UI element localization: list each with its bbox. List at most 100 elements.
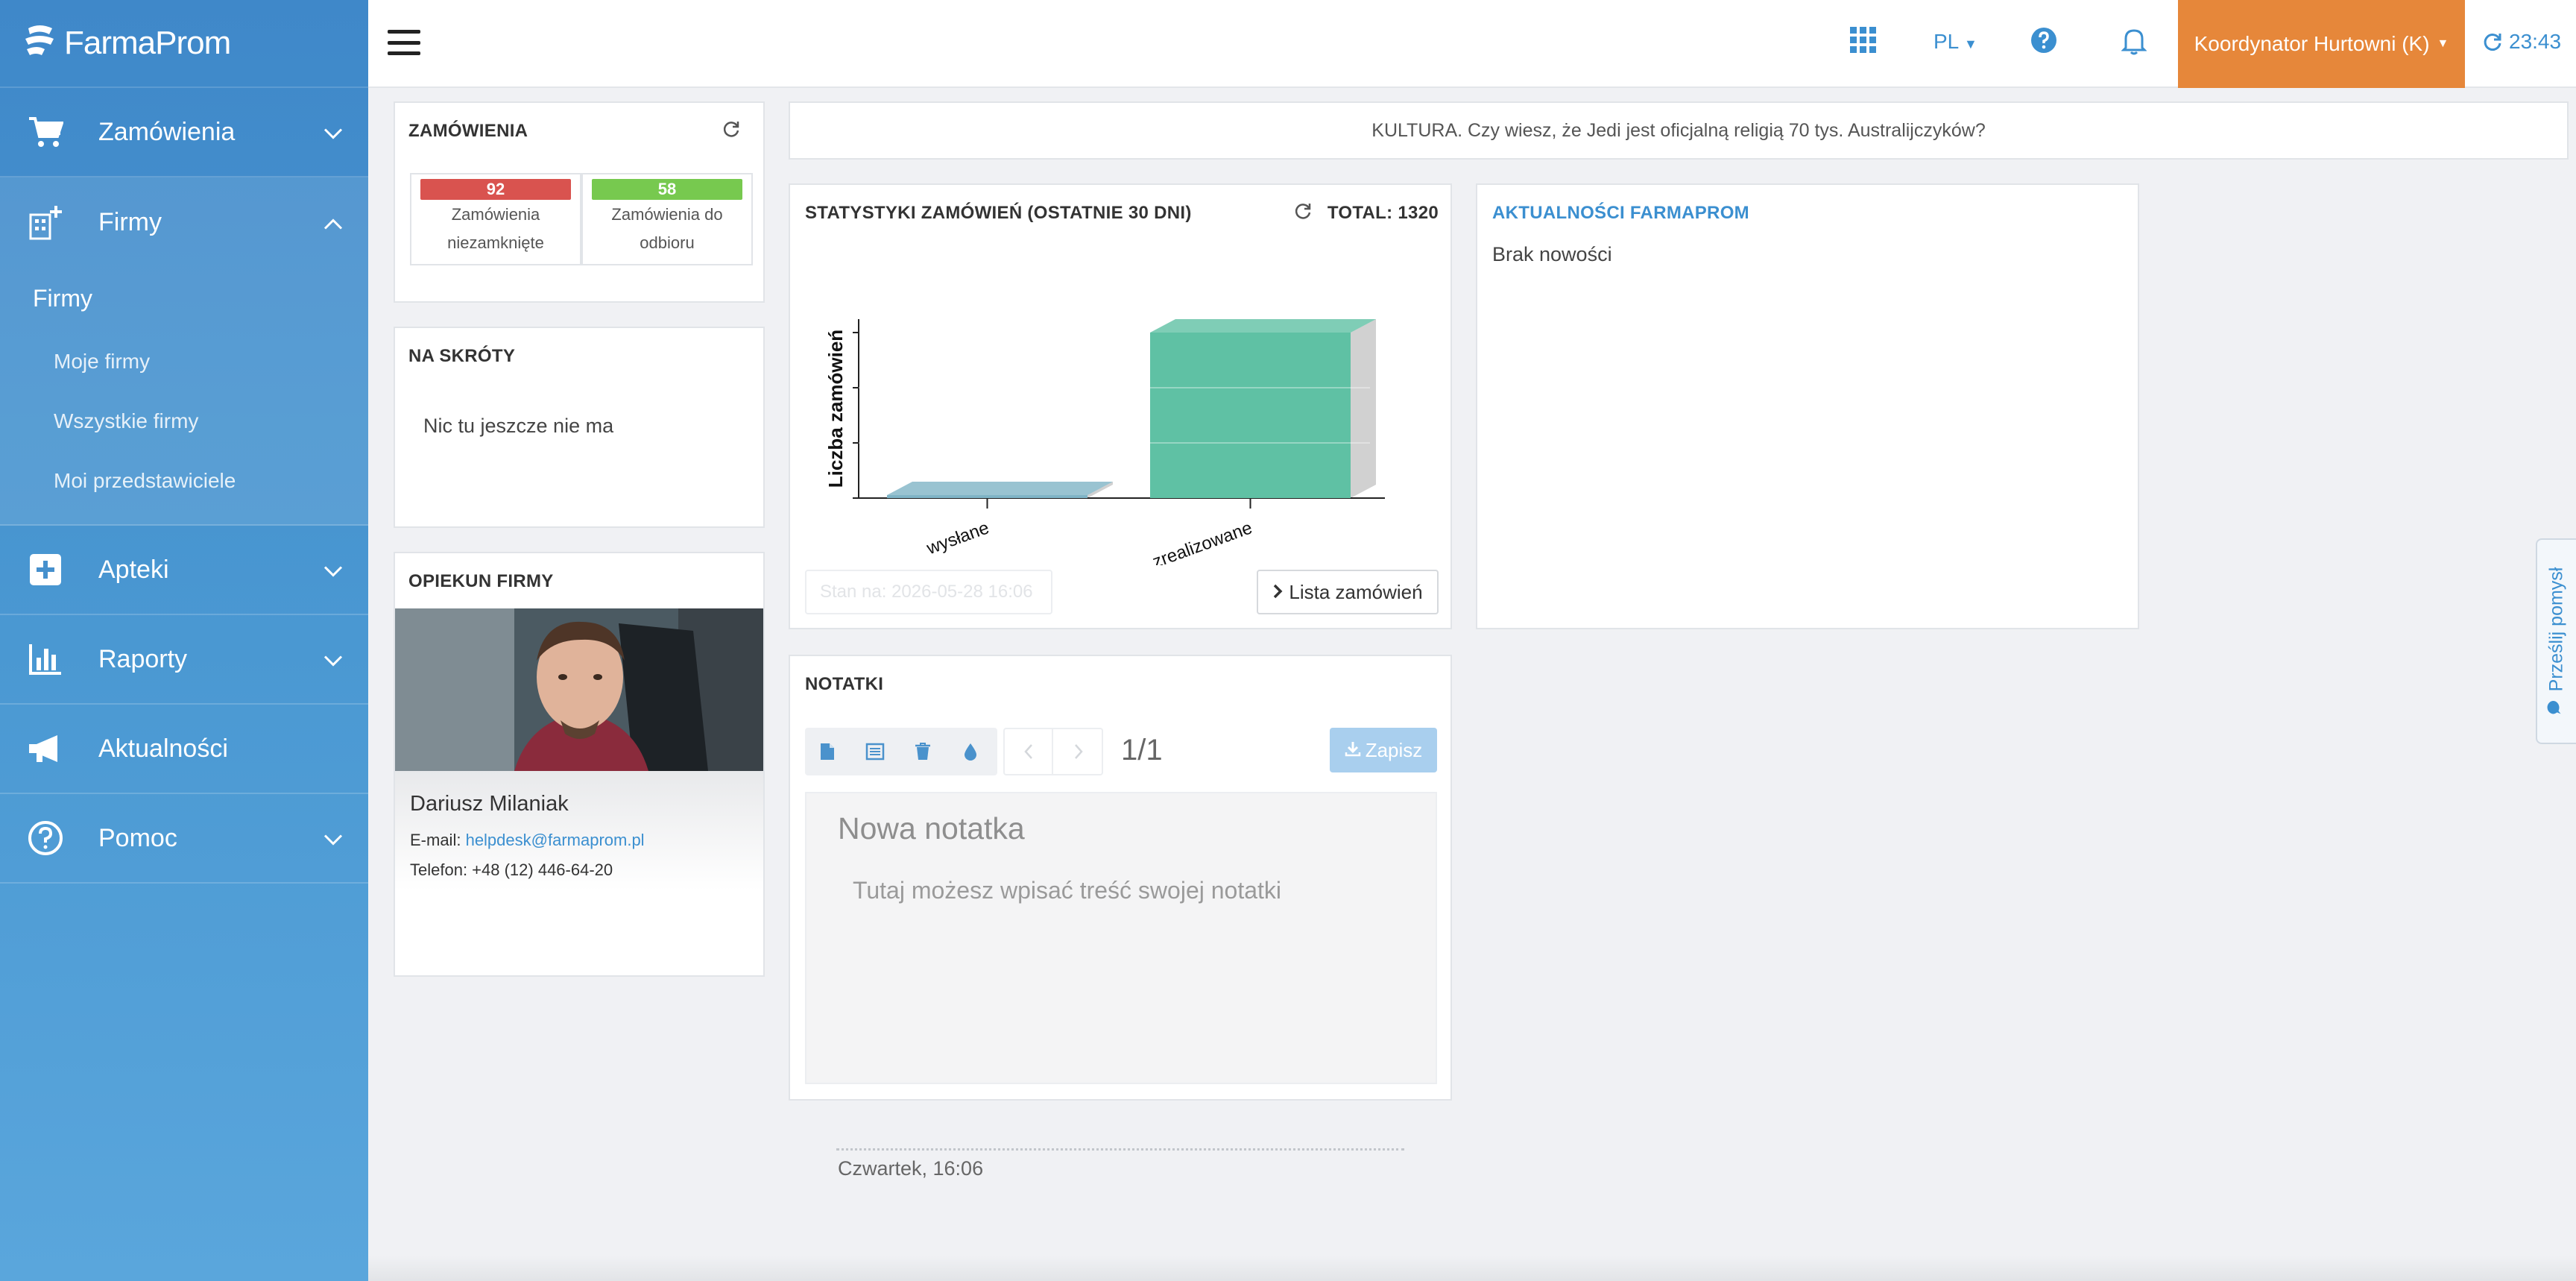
x-axis-tick-label: zrealizowane	[1150, 517, 1255, 565]
banner-text: KULTURA. Czy wiesz, że Jedi jest oficjal…	[1371, 119, 1986, 141]
submenu-link-my-companies[interactable]: Moje firmy	[0, 332, 368, 391]
refresh-icon[interactable]	[722, 119, 741, 142]
panel-title: STATYSTYKI ZAMÓWIEŃ (OSTATNIE 30 DNI)	[805, 203, 1192, 223]
menu-toggle-icon[interactable]	[388, 30, 420, 55]
orders-list-label: Lista zamówień	[1289, 580, 1423, 603]
feedback-tab[interactable]: Prześlij pomysł	[2536, 538, 2576, 744]
info-banner: KULTURA. Czy wiesz, że Jedi jest oficjal…	[789, 101, 2569, 160]
caretaker-phone: Telefon: +48 (12) 446-64-20	[410, 860, 613, 879]
y-axis-label: Liczba zamówień	[824, 330, 847, 488]
note-title-input[interactable]: Nowa notatka	[838, 811, 1025, 846]
caretaker-name: Dariusz Milaniak	[410, 792, 569, 816]
session-time: 23:43	[2509, 30, 2562, 53]
color-drop-icon[interactable]	[948, 728, 993, 775]
megaphone-icon	[25, 728, 66, 769]
stat-open-orders[interactable]: 92 Zamówienia niezamknięte	[410, 173, 581, 265]
chevron-down-icon	[323, 645, 343, 674]
stat-label-line1: Zamówienia	[451, 205, 540, 224]
caretaker-email-row: E-mail: helpdesk@farmaprom.pl	[410, 831, 645, 850]
note-list-icon[interactable]	[853, 728, 897, 775]
new-note-icon[interactable]	[805, 728, 850, 775]
caret-down-icon: ▼	[2437, 37, 2449, 50]
sidebar-item-companies[interactable]: Firmy	[0, 177, 368, 267]
caret-down-icon: ▼	[1964, 37, 1977, 51]
note-pager-count: 1/1	[1121, 734, 1163, 767]
stats-total: TOTAL: 1320	[1327, 202, 1439, 223]
stat-label-line2: odbioru	[640, 233, 695, 252]
chevron-down-icon	[323, 555, 343, 585]
cart-icon	[25, 112, 66, 152]
chevron-down-icon	[323, 118, 343, 147]
topbar: PL ▼ Koordynator Hurtowni (K) ▼ 23:43	[368, 0, 2576, 88]
news-empty-text: Brak nowości	[1492, 243, 1612, 265]
panel-title: AKTUALNOŚCI FARMAPROM	[1492, 203, 1749, 223]
chart-bar	[887, 495, 1087, 498]
download-icon	[1345, 739, 1361, 762]
submenu-link-all-companies[interactable]: Wszystkie firmy	[0, 391, 368, 451]
note-editor[interactable]: Nowa notatka Tutaj możesz wpisać treść s…	[805, 792, 1437, 1084]
speech-bubble-icon	[2546, 699, 2568, 715]
status-timestamp: Stan na: 2026-05-28 16:06	[805, 570, 1052, 614]
stat-pickup-orders[interactable]: 58 Zamówienia do odbioru	[581, 173, 753, 265]
x-axis-tick-label: wysłane	[924, 517, 992, 558]
chart-bar	[1150, 333, 1351, 498]
notes-panel: NOTATKI 1/1 Zapisz Nowa notatka Tutaj mo…	[789, 655, 1452, 1101]
help-icon[interactable]	[2030, 27, 2057, 57]
trash-icon[interactable]	[900, 728, 945, 775]
stat-count: 92	[420, 179, 571, 200]
apps-grid-icon[interactable]	[1850, 27, 1877, 57]
app-logo[interactable]: FarmaProm	[0, 0, 368, 88]
sidebar-item-label: Zamówienia	[98, 117, 236, 146]
companies-submenu: Firmy Moje firmy Wszystkie firmy Moi prz…	[0, 267, 368, 526]
sidebar-item-label: Firmy	[98, 207, 162, 236]
refresh-icon[interactable]	[1293, 201, 1313, 224]
panel-title: NA SKRÓTY	[408, 346, 516, 366]
empty-state-text: Nic tu jeszcze nie ma	[423, 415, 614, 437]
panel-title: ZAMÓWIENIA	[408, 121, 528, 141]
bottom-shadow	[368, 1256, 2576, 1281]
prev-note-icon[interactable]	[1005, 729, 1053, 774]
bell-icon[interactable]	[2121, 27, 2147, 59]
email-link[interactable]: helpdesk@farmaprom.pl	[466, 831, 645, 849]
panel-title: NOTATKI	[805, 674, 884, 694]
sidebar-item-label: Aktualności	[98, 734, 228, 763]
stat-label-line2: niezamknięte	[447, 233, 544, 252]
caretaker-panel: OPIEKUN FIRMY Dariusz Milaniak E-mail: h…	[394, 552, 765, 977]
sidebar-item-pharmacies[interactable]: Apteki	[0, 526, 368, 615]
submenu-link-my-representatives[interactable]: Moi przedstawiciele	[0, 451, 368, 511]
chevron-down-icon	[323, 824, 343, 853]
stat-count: 58	[592, 179, 742, 200]
logo-text: FarmaProm	[64, 25, 231, 61]
orders-list-button[interactable]: Lista zamówień	[1257, 570, 1439, 614]
language-label: PL	[1933, 30, 1959, 53]
feedback-label: Prześlij pomysł	[2545, 567, 2567, 692]
session-timer[interactable]: 23:43	[2482, 30, 2561, 54]
footer-divider	[836, 1148, 1404, 1151]
logo-icon	[25, 25, 54, 55]
language-selector[interactable]: PL ▼	[1933, 30, 1977, 54]
sidebar-item-label: Pomoc	[98, 823, 177, 852]
sidebar-item-label: Apteki	[98, 555, 169, 584]
sidebar-item-news[interactable]: Aktualności	[0, 705, 368, 794]
save-note-button[interactable]: Zapisz	[1330, 728, 1437, 772]
sidebar-item-orders[interactable]: Zamówienia	[0, 88, 368, 177]
email-label: E-mail:	[410, 831, 461, 849]
order-stats-chart: Liczba zamówień wysłane zrealizowane	[824, 319, 1385, 565]
news-panel: AKTUALNOŚCI FARMAPROM Brak nowości	[1476, 183, 2139, 629]
chart-bar-side	[1351, 319, 1376, 498]
user-menu-button[interactable]: Koordynator Hurtowni (K) ▼	[2178, 0, 2465, 88]
bar-chart-icon	[25, 639, 66, 679]
chart-bar-top	[887, 482, 1113, 495]
submenu-heading[interactable]: Firmy	[0, 267, 368, 332]
sidebar-item-reports[interactable]: Raporty	[0, 615, 368, 705]
chevron-right-icon	[1272, 581, 1283, 604]
stat-label-line1: Zamówienia do	[611, 205, 723, 224]
sidebar-item-help[interactable]: Pomoc	[0, 794, 368, 884]
sidebar: FarmaProm Zamówienia Firmy Firmy Moje fi…	[0, 0, 368, 1281]
note-pager-buttons	[1003, 728, 1103, 775]
refresh-icon	[2484, 34, 2501, 51]
next-note-icon[interactable]	[1055, 729, 1102, 774]
save-label: Zapisz	[1365, 738, 1423, 761]
note-body-input[interactable]: Tutaj możesz wpisać treść swojej notatki	[853, 877, 1281, 904]
plus-square-icon	[25, 550, 66, 590]
